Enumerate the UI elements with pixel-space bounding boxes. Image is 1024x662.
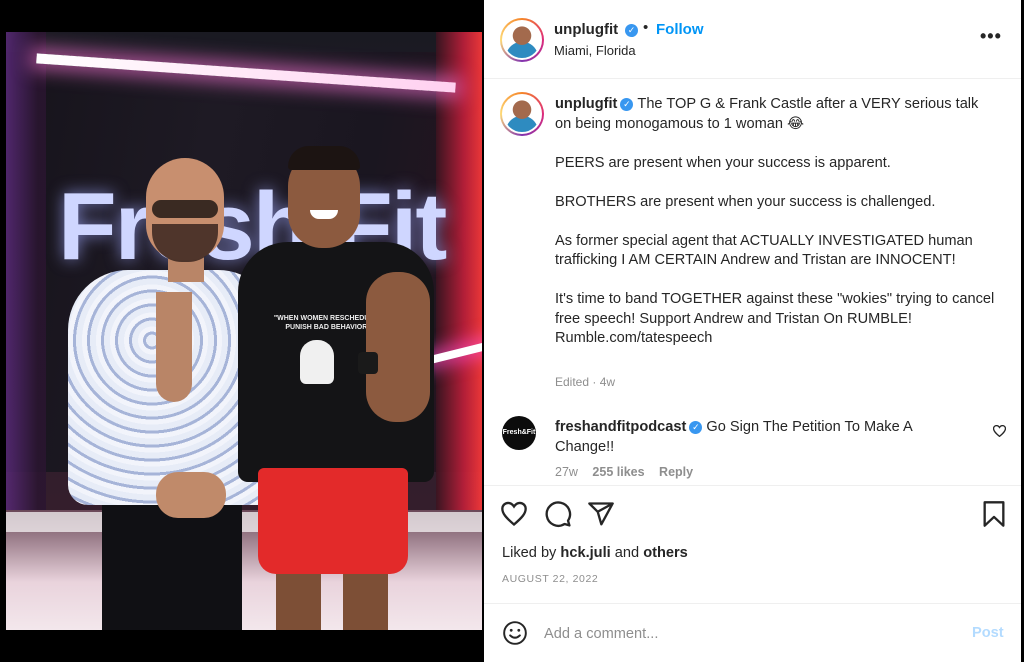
emoji-icon[interactable] xyxy=(502,620,528,646)
person-right-hair xyxy=(288,146,360,170)
liked-by-summary: Liked by hck.juli and others xyxy=(502,545,688,561)
more-icon[interactable]: ••• xyxy=(980,26,1002,47)
comment-icon[interactable] xyxy=(544,500,572,528)
post-location[interactable]: Miami, Florida xyxy=(554,43,636,58)
comment-meta: 27w 255 likes Reply xyxy=(555,465,704,479)
person-right-watch xyxy=(358,352,378,374)
liked-by-and: and xyxy=(614,545,640,561)
caption-paragraph: PEERS are present when your success is a… xyxy=(555,154,891,171)
comment-like-heart-icon[interactable] xyxy=(992,424,1007,440)
liked-by-others-link[interactable]: others xyxy=(643,545,688,561)
author-avatar-image xyxy=(502,20,542,60)
person-right-legs xyxy=(276,568,388,630)
person-left-hands xyxy=(156,472,226,518)
caption-paragraph: It's time to band TOGETHER against these… xyxy=(555,291,995,346)
caption-username[interactable]: unplugfit xyxy=(555,96,617,112)
post-comment-button[interactable]: Post xyxy=(972,625,1004,641)
comment-reply-button[interactable]: Reply xyxy=(659,465,693,479)
caption-author-avatar-image xyxy=(502,94,542,134)
photo-stage-edge xyxy=(6,512,482,532)
caption-paragraph: BROTHERS are present when your success i… xyxy=(555,193,936,210)
separator-dot: • xyxy=(643,19,649,36)
person-right-shorts xyxy=(258,468,408,574)
post-caption: unplugfit ✓ The TOP G & Frank Castle after… xyxy=(555,95,995,368)
liked-by-prefix: Liked by xyxy=(502,545,557,561)
share-icon[interactable] xyxy=(587,500,615,528)
post-photo[interactable]: Fresh Fit "WHEN WOMEN RESCHEDULE I PUNIS… xyxy=(6,32,482,630)
person-left-pants xyxy=(102,502,242,630)
person-right-arm xyxy=(366,272,430,422)
divider xyxy=(484,485,1021,486)
author-avatar[interactable] xyxy=(500,18,544,62)
commenter-username[interactable]: freshandfitpodcast xyxy=(555,419,686,435)
post-details-panel: unplugfit ✓ • Follow Miami, Florida ••• … xyxy=(484,0,1021,662)
verified-badge-icon: ✓ xyxy=(625,24,638,37)
author-username[interactable]: unplugfit xyxy=(554,21,618,38)
bookmark-icon[interactable] xyxy=(980,500,1008,528)
commenter-avatar-logo: Fresh&Fit xyxy=(502,429,536,436)
person-left-sunglasses xyxy=(152,200,218,218)
instagram-post-window: Fresh Fit "WHEN WOMEN RESCHEDULE I PUNIS… xyxy=(0,0,1024,662)
commenter-avatar[interactable]: Fresh&Fit xyxy=(502,416,536,450)
person-left-chest xyxy=(156,292,192,402)
verified-badge-icon: ✓ xyxy=(689,421,703,434)
divider xyxy=(484,603,1021,604)
comment-likes-count[interactable]: 255 likes xyxy=(592,465,644,479)
follow-button[interactable]: Follow xyxy=(656,21,704,38)
heart-icon[interactable] xyxy=(500,500,528,528)
add-comment-input[interactable] xyxy=(544,624,944,644)
verified-badge-icon: ✓ xyxy=(620,98,634,111)
caption-first-paragraph: unplugfit ✓ The TOP G & Frank Castle after… xyxy=(555,95,995,134)
comment-age[interactable]: 27w xyxy=(555,465,578,479)
liked-by-user[interactable]: hck.juli xyxy=(560,545,610,561)
shirt-skull-graphic xyxy=(300,340,334,384)
caption-author-avatar[interactable] xyxy=(500,92,544,136)
caption-edited-time: Edited · 4w xyxy=(555,375,616,389)
post-date[interactable]: AUGUST 22, 2022 xyxy=(502,573,598,585)
comment: freshandfitpodcast ✓ Go Sign The Petition … xyxy=(555,418,955,457)
caption-text-line1: The TOP G & Frank Castle after a VERY se… xyxy=(555,96,979,132)
post-header: unplugfit ✓ • Follow Miami, Florida ••• xyxy=(484,0,1021,79)
caption-paragraph: As former special agent that ACTUALLY IN… xyxy=(555,232,973,269)
